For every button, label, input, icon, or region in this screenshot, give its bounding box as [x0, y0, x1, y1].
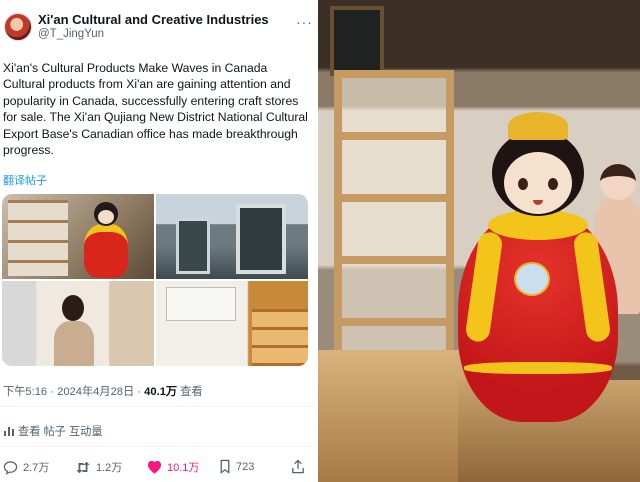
divider [0, 406, 313, 407]
user-handle[interactable]: @T_JingYun [38, 27, 269, 41]
woman-portrait-photo[interactable] [2, 281, 154, 366]
avatar[interactable] [4, 12, 32, 41]
engagement-label: 查看 帖子 互动量 [18, 426, 103, 438]
views-count: 40.1万 [144, 386, 178, 398]
timestamp[interactable]: 下午5:16 · 2024年4月28日 · [3, 386, 141, 398]
retweet-icon [76, 461, 90, 473]
share-button[interactable] [291, 459, 305, 474]
tweet-meta: 下午5:16 · 2024年4月28日 · 40.1万 查看 [3, 383, 203, 399]
views-label: 查看 [180, 386, 203, 398]
translate-post-link[interactable]: 翻译帖子 [3, 172, 47, 188]
office-sign-photo[interactable] [156, 281, 308, 366]
tweet-headline: Xi'an's Cultural Products Make Waves in … [3, 61, 268, 75]
fan-detail [514, 262, 550, 296]
heart-icon [147, 460, 162, 474]
retweet-count: 1.2万 [96, 462, 123, 474]
like-button[interactable]: 10.1万 [147, 459, 199, 475]
bar-chart-icon [4, 427, 14, 436]
red-yellow-doll-figurine [458, 112, 618, 422]
chalkboard [330, 6, 384, 76]
bookmark-button[interactable]: 723 [219, 459, 254, 474]
bookmark-icon [220, 459, 230, 474]
crown-detail [508, 112, 568, 140]
reply-count: 2.7万 [23, 462, 50, 474]
tweet-card: Xi'an Cultural and Creative Industries @… [0, 0, 313, 482]
storefront-photo[interactable] [156, 194, 308, 279]
doll-figurine [80, 202, 132, 278]
divider [0, 446, 313, 447]
tweet-body: Cultural products from Xi'an are gaining… [3, 77, 308, 158]
like-count: 10.1万 [167, 462, 200, 474]
display-name[interactable]: Xi'an Cultural and Creative Industries [38, 12, 269, 27]
photo-grid [2, 194, 308, 366]
reply-button[interactable]: 2.7万 [3, 459, 49, 475]
person-figure [54, 295, 94, 366]
reply-icon [3, 460, 18, 475]
view-engagement-link[interactable]: 查看 帖子 互动量 [3, 423, 103, 439]
more-dots-icon[interactable]: ··· [296, 14, 313, 30]
retweet-button[interactable]: 1.2万 [75, 459, 122, 475]
action-bar: 2.7万 1.2万 10.1万 723 [3, 459, 308, 477]
tweet-text: Xi'an's Cultural Products Make Waves in … [3, 60, 308, 158]
doll-shop-photo [318, 0, 640, 482]
bookmark-count: 723 [236, 460, 255, 473]
wooden-crate [318, 350, 468, 482]
share-icon [292, 459, 304, 474]
tweet-header: Xi'an Cultural and Creative Industries @… [4, 12, 269, 41]
shop-doll-photo[interactable] [2, 194, 154, 279]
office-sign [166, 287, 236, 321]
